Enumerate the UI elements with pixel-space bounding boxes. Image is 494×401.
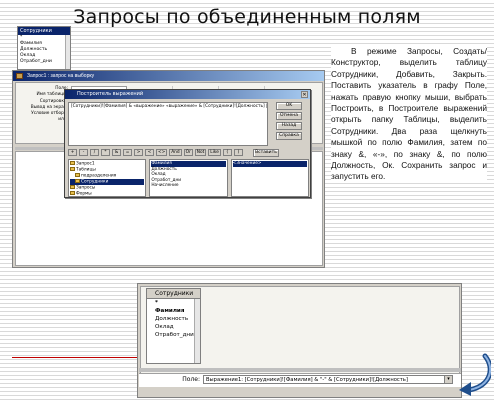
- slide-title: Запросы по объединенным полям: [73, 6, 421, 28]
- operator-button[interactable]: <: [145, 149, 154, 156]
- return-arrow-icon[interactable]: [455, 350, 491, 396]
- query-icon: [16, 73, 23, 79]
- fields-list[interactable]: Фамилия Должность Оклад Отработ_дни Начи…: [149, 159, 228, 197]
- folder-item[interactable]: Формы: [70, 191, 144, 196]
- list-item[interactable]: <Значение>: [232, 161, 307, 167]
- accent-line: [12, 357, 137, 358]
- paste-button[interactable]: Вставить: [253, 149, 279, 157]
- designer-window-title: Запрос1 : запрос на выборку: [27, 73, 95, 79]
- operator-button[interactable]: Or: [183, 149, 193, 156]
- operator-button[interactable]: *: [101, 149, 110, 156]
- field-item[interactable]: Фамилия: [147, 307, 200, 315]
- slide-description: В режиме Запросы, Создать/Конструктор, в…: [331, 46, 487, 183]
- operator-button[interactable]: (: [222, 149, 232, 156]
- folder-icon: [70, 161, 75, 165]
- expression-builder-dialog: Построитель выражений ✕ [Сотрудники]![Фа…: [64, 89, 311, 198]
- values-list[interactable]: <Значение>: [230, 159, 309, 197]
- operator-button[interactable]: Not: [194, 149, 207, 156]
- grid-row-labels: Поле: Имя таблицы: Сортировка: Вывод на …: [6, 86, 68, 132]
- operator-button[interactable]: ): [233, 149, 243, 156]
- folder-icon: [70, 167, 75, 171]
- table-scrollbar[interactable]: [65, 35, 70, 69]
- table-name: Сотрудники: [147, 289, 200, 299]
- folder-icon: [75, 179, 80, 183]
- operator-button[interactable]: =: [123, 149, 132, 156]
- pane-splitter[interactable]: [139, 368, 461, 372]
- operator-button[interactable]: <>: [156, 149, 168, 156]
- operator-button[interactable]: >: [134, 149, 143, 156]
- help-button[interactable]: Справка: [276, 132, 302, 140]
- builder-title-bar: Построитель выражений ✕: [65, 90, 310, 99]
- expression-input[interactable]: [Сотрудники]![Фамилия] & «выражение» «вы…: [68, 102, 268, 146]
- ok-button[interactable]: OK: [276, 102, 302, 110]
- table-name: Сотрудники: [18, 27, 70, 35]
- field-item[interactable]: *: [147, 299, 200, 307]
- field-expression: Выражение1: [Сотрудники]![Фамилия] & "-"…: [206, 377, 408, 383]
- field-expression-cell[interactable]: Выражение1: [Сотрудники]![Фамилия] & "-"…: [203, 375, 453, 384]
- folder-list[interactable]: Запрос1 Таблицы подразделения Сотрудники…: [68, 159, 147, 197]
- designer-title-bar: Запрос1 : запрос на выборку: [13, 71, 324, 81]
- operator-button[interactable]: +: [68, 149, 77, 156]
- operator-button[interactable]: Like: [208, 149, 221, 156]
- builder-lists: Запрос1 Таблицы подразделения Сотрудники…: [68, 159, 309, 197]
- operator-button[interactable]: /: [90, 149, 99, 156]
- builder-title: Построитель выражений: [77, 91, 144, 97]
- close-icon[interactable]: ✕: [301, 91, 308, 98]
- field-item[interactable]: Отработ_дни: [18, 59, 70, 65]
- folder-icon: [75, 173, 80, 177]
- cancel-button[interactable]: Отмена: [276, 112, 302, 120]
- operator-button[interactable]: &: [112, 149, 121, 156]
- operator-button[interactable]: -: [79, 149, 88, 156]
- operator-button[interactable]: And: [169, 149, 182, 156]
- grid-label-field: Поле:: [182, 376, 200, 383]
- chevron-down-icon[interactable]: ▾: [444, 376, 452, 383]
- folder-icon: [70, 185, 75, 189]
- operator-buttons: + - / * & = > < <> And Or Not Like ( ): [68, 149, 243, 156]
- folder-icon: [70, 191, 75, 195]
- grid-label-or: или:: [6, 117, 68, 123]
- field-item[interactable]: Должность: [147, 315, 200, 323]
- result-table-employees[interactable]: Сотрудники * Фамилия Должность Оклад Отр…: [146, 288, 201, 364]
- field-item[interactable]: Оклад: [147, 323, 200, 331]
- back-button[interactable]: Назад: [276, 122, 302, 130]
- list-item[interactable]: Начисление: [151, 183, 225, 189]
- field-item[interactable]: Отработ_дни: [147, 331, 200, 339]
- table-list-employees[interactable]: Сотрудники * Фамилия Должность Оклад Отр…: [17, 26, 71, 70]
- table-scrollbar[interactable]: [194, 299, 200, 363]
